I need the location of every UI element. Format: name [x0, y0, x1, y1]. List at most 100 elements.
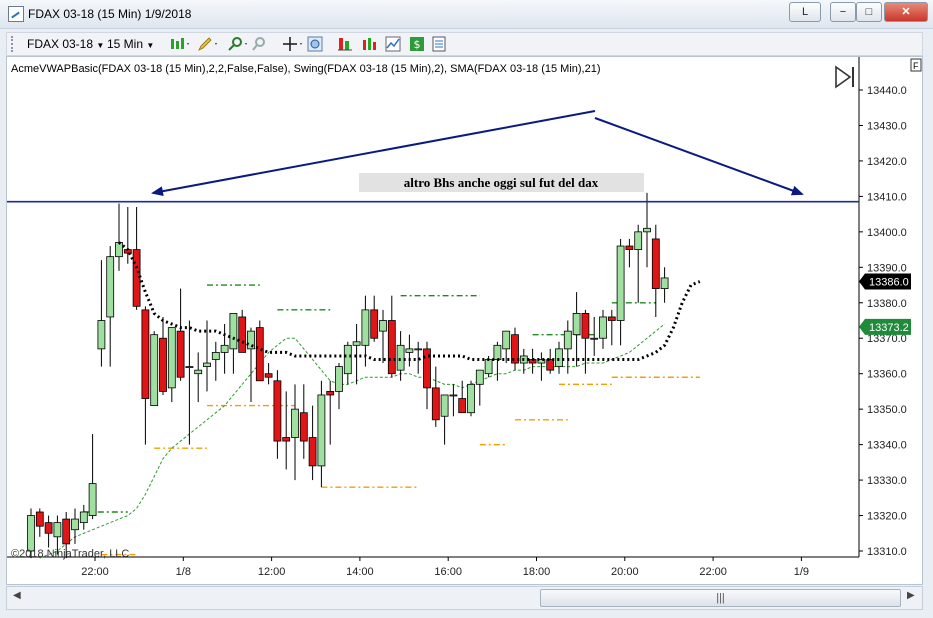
- chart-panel[interactable]: AcmeVWAPBasic(FDAX 03-18 (15 Min),2,2,Fa…: [6, 56, 923, 585]
- y-tick-label: 13360.0: [867, 369, 907, 381]
- y-tick-label: 13350.0: [867, 404, 907, 416]
- toolbar-grip[interactable]: [11, 36, 15, 52]
- maximize-button[interactable]: □: [856, 2, 882, 22]
- copyright-text: ©2018 NinjaTrader, LLC: [11, 548, 129, 560]
- interval-selector[interactable]: 15 Min ▼: [107, 36, 154, 52]
- horizontal-scrollbar[interactable]: ◀ ||| ▶: [6, 586, 923, 610]
- candle-body: [563, 330, 572, 350]
- candle-body: [238, 316, 247, 353]
- candle-body: [396, 344, 405, 371]
- candle-body: [159, 337, 167, 392]
- candle-body: [581, 313, 590, 339]
- candle-body: [176, 330, 185, 378]
- y-tick-label: 13310.0: [867, 546, 907, 558]
- candle-body: [660, 277, 669, 289]
- indicator-label: AcmeVWAPBasic(FDAX 03-18 (15 Min),2,2,Fa…: [11, 63, 601, 75]
- scroll-left-icon[interactable]: ◀: [13, 590, 21, 601]
- dollar-icon[interactable]: $: [409, 36, 425, 52]
- properties-icon[interactable]: [431, 36, 447, 52]
- magnifier-icon[interactable]: [307, 36, 323, 52]
- y-tick-label: 13410.0: [867, 191, 907, 203]
- strategies-icon[interactable]: [337, 36, 353, 52]
- x-tick-label: 14:00: [346, 566, 374, 578]
- candle-body: [343, 344, 352, 375]
- price-chart[interactable]: AcmeVWAPBasic(FDAX 03-18 (15 Min),2,2,Fa…: [7, 57, 922, 584]
- candle-body: [414, 348, 423, 351]
- candle-body: [203, 362, 211, 367]
- candle-body: [607, 316, 616, 321]
- y-tick-label: 13330.0: [867, 475, 907, 487]
- app-chart-icon: [8, 6, 24, 22]
- candle-body: [599, 316, 607, 339]
- chart-toolbar: FDAX 03-18 ▼ 15 Min ▼ $: [6, 32, 923, 56]
- candle-body: [651, 238, 660, 289]
- candle-body: [484, 359, 493, 375]
- restore-link-button[interactable]: L: [789, 2, 821, 22]
- candle-body: [27, 515, 35, 552]
- crosshair-icon[interactable]: [282, 36, 304, 52]
- candle-body: [88, 483, 97, 516]
- candle-body: [475, 369, 484, 385]
- candle-body: [625, 245, 634, 250]
- x-tick-label: 1/9: [794, 566, 809, 578]
- scroll-to-end-icon[interactable]: [835, 65, 854, 89]
- chevron-down-icon: ▼: [96, 41, 105, 50]
- data-series-icon[interactable]: [385, 36, 401, 52]
- minimize-button[interactable]: −: [830, 2, 856, 22]
- candle-body: [97, 320, 106, 350]
- indicators-icon[interactable]: [361, 36, 377, 52]
- candle-body: [361, 309, 370, 346]
- instrument-selector[interactable]: FDAX 03-18 ▼: [27, 36, 104, 52]
- candle-body: [502, 330, 511, 350]
- candle-body: [308, 437, 317, 467]
- candle-body: [291, 408, 299, 438]
- candle-body: [255, 327, 264, 382]
- candle-body: [352, 341, 361, 346]
- candle-body: [35, 511, 44, 527]
- candle-body: [634, 231, 643, 250]
- candle-body: [431, 387, 440, 421]
- candle-body: [150, 334, 159, 407]
- scroll-right-icon[interactable]: ▶: [907, 590, 915, 601]
- candle-body: [440, 394, 449, 417]
- candle-body: [467, 383, 475, 414]
- y-tick-label: 13380.0: [867, 298, 907, 310]
- grip-icon: |||: [716, 592, 725, 604]
- candle-body: [273, 380, 282, 442]
- zoom-out-icon[interactable]: [251, 36, 267, 52]
- y-tick-label: 13420.0: [867, 156, 907, 168]
- candle-body: [185, 366, 194, 369]
- candle-body: [299, 412, 308, 442]
- candle-body: [229, 313, 238, 350]
- scrollbar-thumb[interactable]: |||: [540, 589, 901, 607]
- candle-body: [405, 348, 414, 353]
- window-title: FDAX 03-18 (15 Min) 1/9/2018: [28, 7, 192, 21]
- candle-body: [326, 391, 335, 396]
- candle-body: [493, 344, 502, 360]
- instrument-label: FDAX 03-18: [27, 37, 94, 51]
- candle-body: [555, 348, 563, 368]
- close-button[interactable]: ✕: [884, 2, 928, 22]
- panel-tag: F: [913, 61, 919, 71]
- drawing-pencil-icon[interactable]: [197, 36, 219, 52]
- candle-body: [546, 359, 555, 371]
- interval-label: 15 Min: [107, 37, 144, 51]
- bar-type-icon[interactable]: [169, 36, 191, 52]
- candle-body: [264, 373, 273, 378]
- y-tick-label: 13390.0: [867, 262, 907, 274]
- candle-body: [53, 522, 62, 538]
- last-price-badge-text: 13386.0: [869, 276, 909, 288]
- chevron-down-icon: ▼: [146, 41, 155, 50]
- candle-body: [370, 309, 379, 339]
- candle-body: [79, 511, 88, 524]
- zoom-in-icon[interactable]: [227, 36, 249, 52]
- candle-body: [220, 344, 229, 353]
- x-tick-label: 20:00: [611, 566, 639, 578]
- candle-body: [387, 320, 396, 375]
- candle-body: [282, 437, 291, 442]
- svg-text:$: $: [414, 38, 421, 51]
- y-tick-label: 13430.0: [867, 120, 907, 132]
- sma-line: [39, 323, 665, 559]
- candle-body: [115, 242, 123, 258]
- candle-body: [141, 309, 150, 399]
